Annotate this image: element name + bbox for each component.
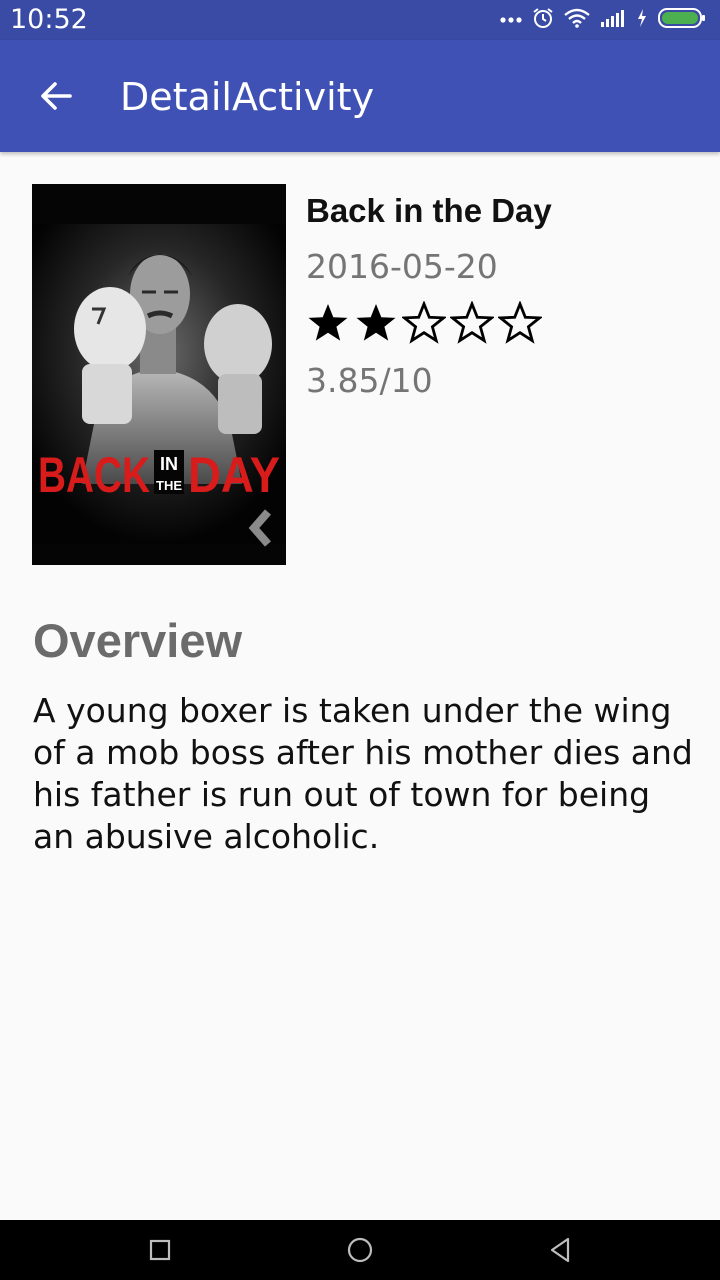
overview-text: A young boxer is taken under the wing of… <box>33 691 693 856</box>
star-filled-icon <box>306 300 350 346</box>
battery-icon <box>658 7 706 34</box>
page-title: DetailActivity <box>120 75 375 119</box>
recent-apps-icon <box>149 1239 171 1261</box>
movie-title: Back in the Day <box>306 192 552 229</box>
rating-text: 3.85/10 <box>306 361 433 400</box>
home-button[interactable] <box>340 1230 380 1270</box>
signal-icon <box>600 8 626 33</box>
star-empty-icon <box>450 300 494 346</box>
navigation-bar <box>0 1220 720 1280</box>
more-dots-icon <box>500 11 522 29</box>
wifi-icon <box>564 8 590 33</box>
movie-poster: BACK IN THE DAY <box>32 184 286 565</box>
nav-back-button[interactable] <box>540 1230 580 1270</box>
app-bar: DetailActivity <box>0 40 720 152</box>
poster-title-the: THE <box>156 478 182 493</box>
poster-title-in: IN <box>160 454 178 474</box>
arrow-back-icon <box>41 82 72 110</box>
charging-icon <box>636 8 648 33</box>
back-icon <box>550 1237 570 1263</box>
release-date: 2016-05-20 <box>306 247 498 286</box>
alarm-icon <box>532 7 554 34</box>
rating-stars <box>306 300 542 346</box>
star-empty-icon <box>402 300 446 346</box>
status-time: 10:52 <box>10 4 88 35</box>
status-bar: 10:52 <box>0 0 720 40</box>
star-empty-icon <box>498 300 542 346</box>
poster-title-day: DAY <box>188 447 280 503</box>
overview-heading: Overview <box>33 614 243 667</box>
home-icon <box>347 1237 373 1263</box>
star-filled-icon <box>354 300 398 346</box>
recent-apps-button[interactable] <box>140 1230 180 1270</box>
back-button[interactable] <box>24 64 88 128</box>
poster-title-back: BACK <box>38 447 150 503</box>
status-icons <box>500 0 706 40</box>
